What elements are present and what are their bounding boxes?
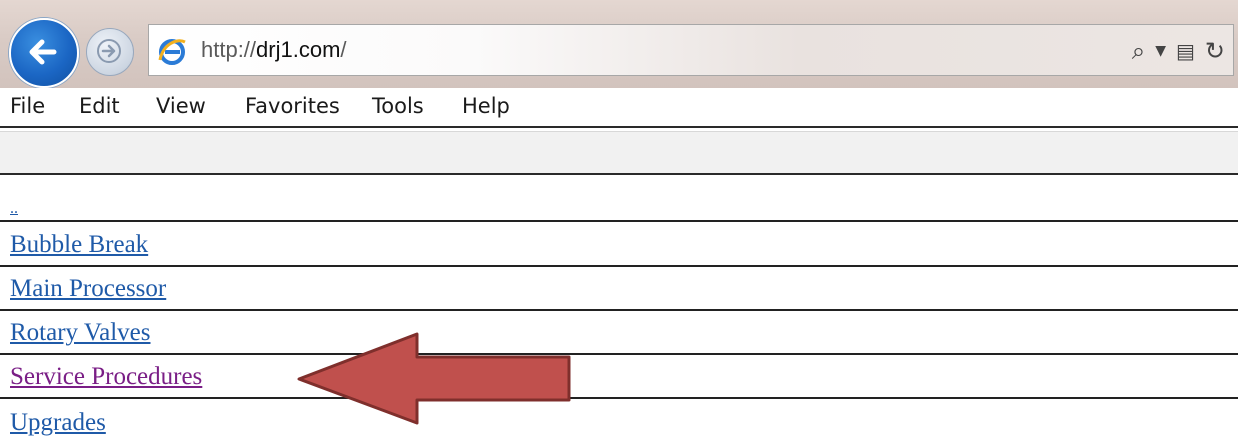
list-item: Rotary Valves [0, 311, 1238, 355]
forward-arrow-icon [97, 39, 121, 63]
list-item: Bubble Break [0, 223, 1238, 267]
back-button[interactable] [9, 18, 79, 88]
search-icon[interactable]: ⌕ [1132, 36, 1145, 66]
back-arrow-icon [29, 39, 57, 65]
main-processor-link[interactable]: Main Processor [10, 275, 166, 303]
url-domain: drj1.com [256, 37, 341, 62]
command-bar [0, 131, 1238, 175]
menu-bar: File Edit View Favorites Tools Help [0, 88, 1238, 128]
menu-file[interactable]: File [10, 94, 45, 118]
forward-button[interactable] [86, 28, 134, 76]
menu-favorites[interactable]: Favorites [245, 94, 340, 118]
menu-tools[interactable]: Tools [372, 94, 424, 118]
url-prefix: http:// [201, 37, 257, 62]
list-item: Main Processor [0, 267, 1238, 311]
annotation-arrow-icon [297, 332, 571, 425]
rotary-valves-link[interactable]: Rotary Valves [10, 319, 151, 347]
upgrades-link[interactable]: Upgrades [10, 409, 106, 437]
url-field[interactable]: http://drj1.com/ ⌕ ▼ ▤ ↻ [148, 24, 1234, 76]
browser-address-bar: http://drj1.com/ ⌕ ▼ ▤ ↻ [0, 0, 1238, 88]
internet-explorer-icon [158, 39, 186, 65]
list-item: .. [0, 176, 1238, 222]
refresh-icon[interactable]: ↻ [1205, 36, 1225, 66]
menu-edit[interactable]: Edit [79, 94, 120, 118]
url-text: http://drj1.com/ [201, 36, 347, 64]
url-tools: ⌕ ▼ ▤ ↻ [1132, 35, 1225, 67]
bubble-break-link[interactable]: Bubble Break [10, 231, 148, 259]
list-item: Service Procedures [0, 355, 1238, 399]
annotation-arrow-shape [297, 332, 571, 425]
menu-view[interactable]: View [156, 94, 206, 118]
list-item: Upgrades [0, 399, 1238, 443]
dropdown-chevron-icon[interactable]: ▼ [1155, 36, 1166, 66]
service-procedures-link[interactable]: Service Procedures [10, 363, 202, 391]
menu-help[interactable]: Help [462, 94, 510, 118]
url-suffix: / [340, 37, 347, 62]
parent-directory-link[interactable]: .. [10, 200, 18, 218]
compatibility-view-icon[interactable]: ▤ [1176, 36, 1195, 66]
